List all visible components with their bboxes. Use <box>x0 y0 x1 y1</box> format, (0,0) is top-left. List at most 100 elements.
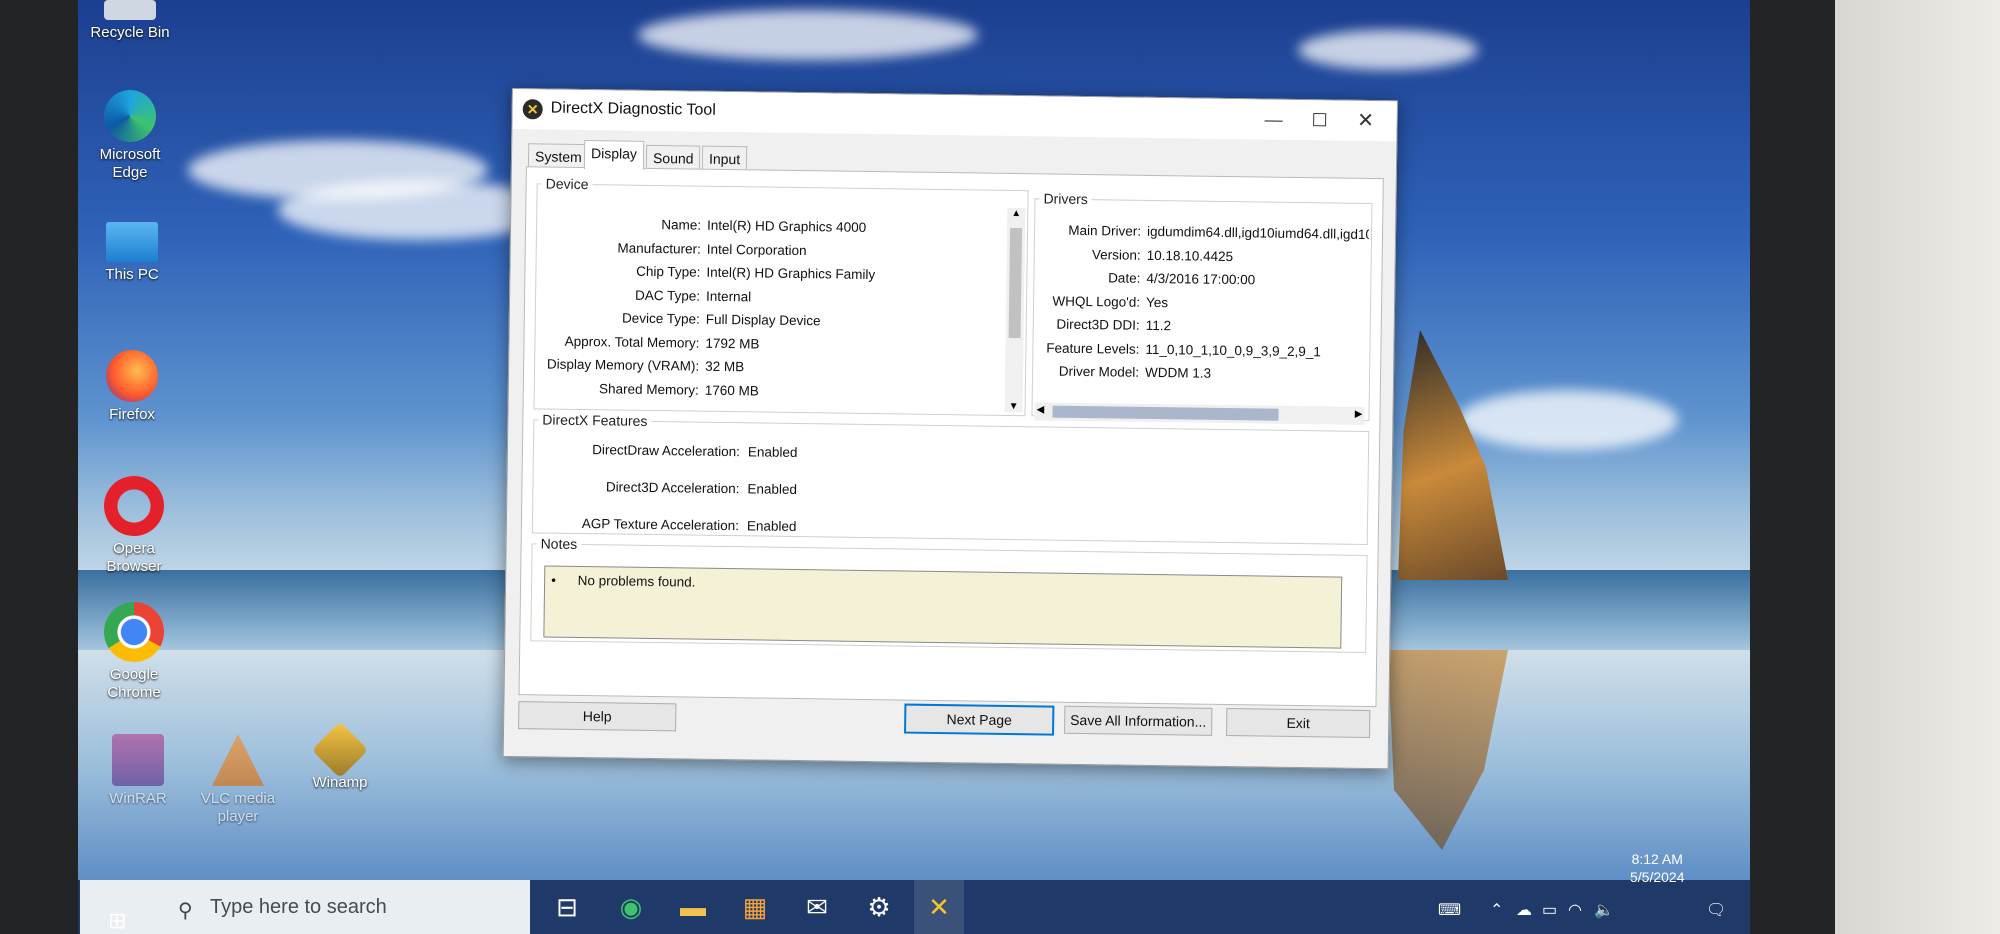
winamp-icon <box>311 721 369 779</box>
vlc-icon <box>212 734 264 786</box>
device-group: Device Name: Manufacturer: Chip Type: DA… <box>533 175 1029 417</box>
notes-legend: Notes <box>540 535 578 552</box>
scroll-right-arrow-icon[interactable]: ▶ <box>1355 409 1363 420</box>
directx-icon: ✕ <box>522 99 543 120</box>
desktop-icon-label: VLC media player <box>200 790 276 825</box>
field-label: Direct3D DDI: <box>1056 316 1140 333</box>
desktop-icon-firefox[interactable]: Firefox <box>90 350 174 424</box>
opera-icon <box>104 476 164 536</box>
sea-stack-rock <box>1398 330 1508 580</box>
edge-taskbar-icon[interactable]: ◉ <box>606 880 656 934</box>
directx-taskbar-icon[interactable]: ✕ <box>914 880 964 934</box>
field-value: Enabled <box>747 444 798 461</box>
notes-textbox[interactable]: • No problems found. <box>543 565 1343 649</box>
device-labels: Name: Manufacturer: Chip Type: DAC Type:… <box>535 215 702 405</box>
clock-time: 8:12 AM <box>1631 851 1683 867</box>
chrome-icon <box>104 602 164 662</box>
field-label: Manufacturer: <box>617 239 701 257</box>
field-label: Shared Memory: <box>598 380 699 398</box>
field-label: Feature Levels: <box>1046 339 1140 357</box>
display-tab-panel: Device Name: Manufacturer: Chip Type: DA… <box>518 166 1384 708</box>
notifications-icon[interactable]: 🗨 <box>1706 900 1726 920</box>
desktop-icon-label: Microsoft Edge <box>99 146 161 181</box>
computer-icon <box>106 222 158 262</box>
desktop-icon-label: Firefox <box>109 406 155 423</box>
field-value: Full Display Device <box>705 311 821 329</box>
maximize-button[interactable]: ☐ <box>1296 106 1342 135</box>
desktop-icon-edge[interactable]: Microsoft Edge <box>88 90 172 182</box>
desktop-icon-label: Winamp <box>312 774 368 791</box>
field-label: Version: <box>1091 246 1141 263</box>
field-label: Display Memory (VRAM): <box>546 356 700 374</box>
taskbar-search-box[interactable]: ⚲ Type here to search <box>80 880 530 934</box>
field-label: Chip Type: <box>636 263 701 280</box>
field-label: Device Type: <box>621 310 700 327</box>
desktop-icon-opera[interactable]: Opera Browser <box>92 476 176 576</box>
field-label: Date: <box>1108 270 1141 286</box>
save-all-information-button[interactable]: Save All Information... <box>1064 705 1213 736</box>
store-icon[interactable]: ▦ <box>730 880 780 934</box>
search-placeholder: Type here to search <box>210 896 387 918</box>
note-item: • No problems found. <box>551 573 696 590</box>
tab-sound[interactable]: Sound <box>645 144 701 171</box>
drivers-legend: Drivers <box>1043 190 1088 208</box>
tab-system[interactable]: System <box>527 143 589 170</box>
device-legend: Device <box>545 175 589 193</box>
battery-icon[interactable]: ▭ <box>1542 900 1557 920</box>
close-button[interactable]: ✕ <box>1342 107 1388 136</box>
field-label: Approx. Total Memory: <box>564 333 700 351</box>
desktop-icon-vlc[interactable]: VLC media player <box>196 734 280 826</box>
task-view-icon[interactable]: ⊟ <box>542 880 592 934</box>
desktop-icon-winamp[interactable]: Winamp <box>298 721 382 792</box>
tab-display[interactable]: Display <box>583 140 645 170</box>
window-title: DirectX Diagnostic Tool <box>550 99 716 119</box>
start-windows-icon[interactable]: ⊞ <box>108 908 126 934</box>
field-label: Direct3D Acceleration: <box>605 479 740 497</box>
desktop-icon-label: This PC <box>105 266 159 283</box>
field-value: Yes <box>1145 294 1169 310</box>
drivers-values: igdumdim64.dll,igd10iumd64.dll,igd10i 10… <box>1145 224 1369 392</box>
scrollbar-thumb[interactable] <box>1008 227 1023 339</box>
chevron-up-icon[interactable]: ⌃ <box>1490 900 1503 920</box>
field-value: Intel(R) HD Graphics Family <box>706 264 876 283</box>
clock-date: 5/5/2024 <box>1630 869 1685 885</box>
search-icon: ⚲ <box>178 900 193 922</box>
keyboard-icon[interactable]: ⌨ <box>1438 900 1461 920</box>
field-value: Intel Corporation <box>706 241 807 258</box>
scroll-up-arrow-icon[interactable]: ▲ <box>1007 208 1025 219</box>
desktop-icon-this-pc[interactable]: This PC <box>90 222 174 284</box>
mail-icon[interactable]: ✉ <box>792 880 842 934</box>
tab-input[interactable]: Input <box>701 145 748 172</box>
field-label: Driver Model: <box>1058 363 1140 380</box>
field-value: 32 MB <box>705 358 745 375</box>
edge-icon <box>104 90 156 142</box>
field-label: WHQL Logo'd: <box>1052 293 1141 310</box>
notes-group: Notes • No problems found. <box>530 535 1368 653</box>
desktop-icon-winrar[interactable]: WinRAR <box>96 734 180 808</box>
field-label: Main Driver: <box>1068 222 1142 239</box>
settings-gear-icon[interactable]: ⚙ <box>854 880 904 934</box>
device-vertical-scrollbar[interactable]: ▲ ▼ <box>1004 207 1026 413</box>
help-button[interactable]: Help <box>518 701 677 732</box>
wifi-icon[interactable]: ◠ <box>1568 900 1582 920</box>
field-value: Internal <box>706 288 752 304</box>
volume-icon[interactable]: 🔈 <box>1594 900 1614 920</box>
taskbar-clock[interactable]: 8:12 AM 5/5/2024 <box>1630 850 1685 886</box>
desktop-icon-label: Google Chrome <box>107 666 161 701</box>
field-value: 1760 MB <box>704 382 759 398</box>
next-page-button[interactable]: Next Page <box>904 703 1055 736</box>
desktop-icon-label: Opera Browser <box>106 540 162 575</box>
field-label: Name: <box>661 217 702 233</box>
background-wall <box>1835 0 2000 934</box>
file-explorer-icon[interactable]: ▬ <box>668 880 718 934</box>
desktop-icon-recycle-bin[interactable]: Recycle Bin <box>88 0 172 42</box>
field-value: 11.2 <box>1145 317 1172 334</box>
firefox-icon <box>106 350 158 402</box>
desktop-icon-chrome[interactable]: Google Chrome <box>92 602 176 702</box>
scroll-down-arrow-icon[interactable]: ▼ <box>1005 401 1023 412</box>
exit-button[interactable]: Exit <box>1226 708 1371 739</box>
directx-features-group: DirectX Features DirectDraw Acceleration… <box>531 411 1370 545</box>
onedrive-icon[interactable]: ☁ <box>1516 900 1532 920</box>
minimize-button[interactable]: — <box>1250 105 1296 134</box>
scroll-left-arrow-icon[interactable]: ◀ <box>1036 404 1044 415</box>
